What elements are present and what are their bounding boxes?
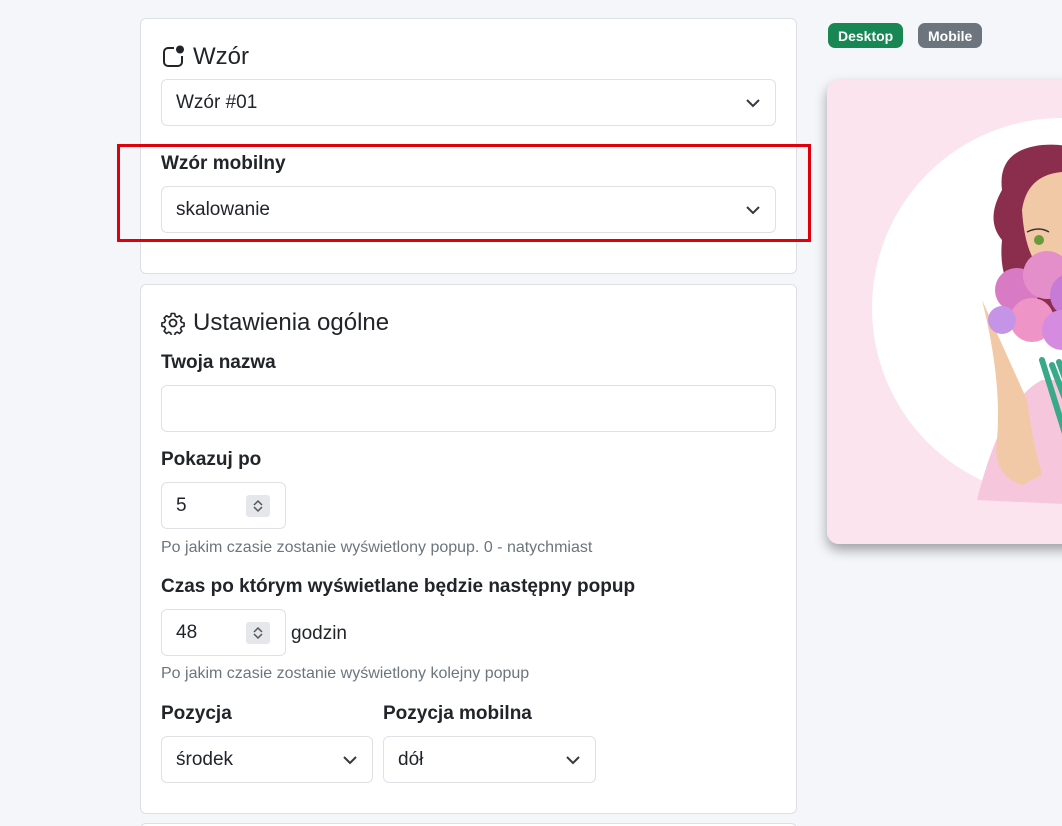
mobile-position-select[interactable]: dół (383, 736, 596, 783)
next-popup-value: 48 (176, 621, 198, 643)
mobile-preview-button[interactable]: Mobile (918, 23, 983, 48)
template-select[interactable]: Wzór #01 (161, 79, 776, 126)
mobile-position-select-value: dół (398, 748, 424, 770)
show-after-input[interactable]: 5 (161, 482, 286, 529)
general-settings-card: Ustawienia ogólne Twoja nazwa Pokazuj po… (140, 284, 797, 814)
chevron-down-icon[interactable] (253, 506, 263, 513)
next-popup-help: Po jakim czasie zostanie wyświetlony kol… (161, 665, 530, 682)
chevron-down-icon (746, 98, 760, 107)
next-popup-label: Czas po którym wyświetlane będzie następ… (161, 576, 636, 597)
popup-preview-illustration (827, 80, 1062, 544)
next-popup-unit: godzin (291, 623, 347, 644)
name-label: Twoja nazwa (161, 352, 276, 373)
chevron-down-icon[interactable] (253, 633, 263, 640)
number-spinner[interactable] (246, 622, 270, 644)
highlight-box (117, 144, 811, 242)
gear-icon (161, 312, 185, 335)
position-select-value: środek (176, 748, 234, 770)
template-select-value: Wzór #01 (176, 91, 258, 113)
position-select[interactable]: środek (161, 736, 373, 783)
general-settings-title-text: Ustawienia ogólne (193, 309, 390, 336)
template-title-text: Wzór (193, 43, 249, 70)
chevron-down-icon (566, 755, 580, 764)
show-after-label: Pokazuj po (161, 449, 262, 470)
popup-preview (827, 80, 1062, 544)
next-popup-input[interactable]: 48 (161, 609, 286, 656)
name-input[interactable] (161, 385, 776, 432)
chevron-down-icon (343, 755, 357, 764)
mobile-position-label: Pozycja mobilna (383, 703, 532, 724)
number-spinner[interactable] (246, 495, 270, 517)
chevron-up-icon[interactable] (253, 626, 263, 633)
show-after-help: Po jakim czasie zostanie wyświetlony pop… (161, 539, 593, 556)
template-icon (163, 45, 184, 67)
show-after-value: 5 (176, 494, 187, 516)
chevron-up-icon[interactable] (253, 499, 263, 506)
template-card-title: Wzór (161, 43, 249, 71)
position-label: Pozycja (161, 703, 232, 724)
desktop-preview-button[interactable]: Desktop (828, 23, 904, 48)
general-settings-title: Ustawienia ogólne (161, 309, 389, 337)
